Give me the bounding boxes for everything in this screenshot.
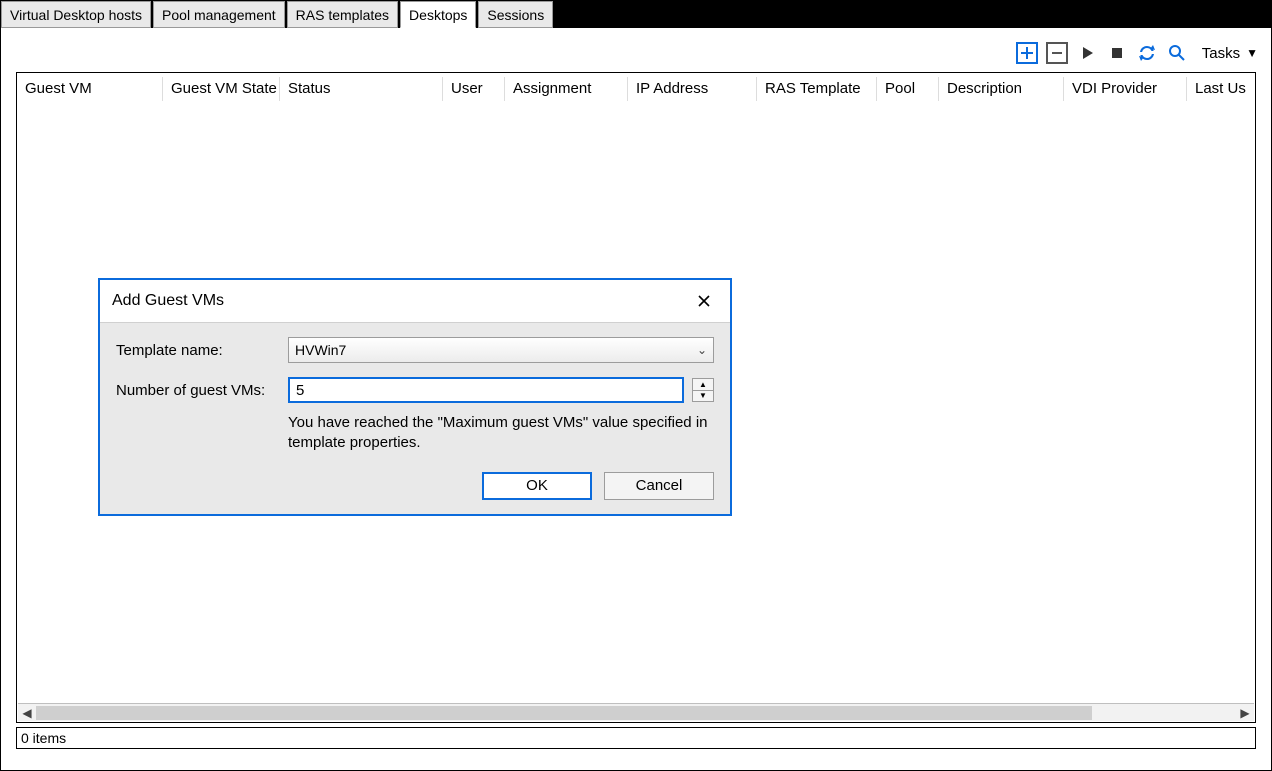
col-description[interactable]: Description — [938, 77, 1063, 101]
template-label: Template name: — [116, 342, 288, 359]
col-ras-template[interactable]: RAS Template — [756, 77, 876, 101]
col-last-used[interactable]: Last Us — [1186, 77, 1244, 101]
chevron-down-icon: ⌄ — [697, 343, 707, 357]
tab-sessions[interactable]: Sessions — [478, 1, 553, 28]
cancel-button[interactable]: Cancel — [604, 472, 714, 500]
dialog-titlebar: Add Guest VMs — [100, 280, 730, 322]
stop-icon — [1110, 46, 1124, 60]
dialog-title: Add Guest VMs — [112, 292, 224, 310]
col-assignment[interactable]: Assignment — [504, 77, 627, 101]
add-button[interactable] — [1016, 42, 1038, 64]
template-select[interactable]: HVWin7 ⌄ — [288, 337, 714, 363]
caret-down-icon: ▼ — [1246, 46, 1258, 60]
add-guest-vms-dialog: Add Guest VMs Template name: HVWin7 ⌄ Nu… — [98, 278, 732, 516]
tab-label: Desktops — [409, 7, 467, 23]
play-button[interactable] — [1076, 42, 1098, 64]
horizontal-scrollbar[interactable]: ◀ ▶ — [18, 703, 1254, 721]
scroll-track[interactable] — [36, 706, 1236, 720]
tab-pool-management[interactable]: Pool management — [153, 1, 285, 28]
spinner-down[interactable]: ▼ — [693, 390, 713, 402]
toolbar: Tasks ▼ — [1016, 42, 1258, 64]
tab-label: Pool management — [162, 7, 276, 23]
play-icon — [1080, 46, 1094, 60]
tab-virtual-desktop-hosts[interactable]: Virtual Desktop hosts — [1, 1, 151, 28]
tab-label: Sessions — [487, 7, 544, 23]
close-icon — [697, 294, 711, 308]
count-input[interactable] — [288, 377, 684, 403]
col-user[interactable]: User — [442, 77, 504, 101]
spinner-up[interactable]: ▲ — [693, 379, 713, 390]
tab-label: Virtual Desktop hosts — [10, 7, 142, 23]
column-headers: Guest VM Guest VM State Status User Assi… — [17, 73, 1255, 105]
status-text: 0 items — [21, 730, 66, 746]
count-spinner[interactable]: ▲ ▼ — [692, 378, 714, 402]
dialog-close-button[interactable] — [690, 287, 718, 315]
minus-icon — [1051, 47, 1063, 59]
ok-button[interactable]: OK — [482, 472, 592, 500]
scroll-thumb[interactable] — [36, 706, 1092, 720]
tasks-dropdown[interactable]: Tasks ▼ — [1196, 45, 1258, 62]
col-guest-vm-state[interactable]: Guest VM State — [162, 77, 279, 101]
col-pool[interactable]: Pool — [876, 77, 938, 101]
template-row: Template name: HVWin7 ⌄ — [116, 337, 714, 363]
tab-ras-templates[interactable]: RAS templates — [287, 1, 398, 28]
scroll-left-button[interactable]: ◀ — [18, 705, 36, 721]
col-ip-address[interactable]: IP Address — [627, 77, 756, 101]
status-bar: 0 items — [16, 727, 1256, 749]
tab-desktops[interactable]: Desktops — [400, 1, 476, 28]
content-area: Tasks ▼ Guest VM Guest VM State Status U… — [4, 28, 1268, 767]
remove-button[interactable] — [1046, 42, 1068, 64]
tab-bar-fill — [555, 1, 1271, 28]
dialog-hint: You have reached the "Maximum guest VMs"… — [288, 413, 714, 454]
col-status[interactable]: Status — [279, 77, 442, 101]
template-value: HVWin7 — [295, 342, 346, 358]
stop-button[interactable] — [1106, 42, 1128, 64]
search-button[interactable] — [1166, 42, 1188, 64]
plus-icon — [1021, 47, 1033, 59]
tab-label: RAS templates — [296, 7, 389, 23]
tab-bar: Virtual Desktop hosts Pool management RA… — [1, 1, 1271, 28]
scroll-right-button[interactable]: ▶ — [1236, 705, 1254, 721]
tasks-label: Tasks — [1202, 45, 1240, 62]
dialog-client: Template name: HVWin7 ⌄ Number of guest … — [100, 322, 730, 514]
count-row: Number of guest VMs: ▲ ▼ — [116, 377, 714, 403]
refresh-button[interactable] — [1136, 42, 1158, 64]
search-icon — [1168, 44, 1186, 62]
col-guest-vm[interactable]: Guest VM — [17, 80, 162, 97]
refresh-icon — [1138, 44, 1156, 62]
count-label: Number of guest VMs: — [116, 382, 288, 399]
dialog-buttons: OK Cancel — [116, 472, 714, 500]
col-vdi-provider[interactable]: VDI Provider — [1063, 77, 1186, 101]
